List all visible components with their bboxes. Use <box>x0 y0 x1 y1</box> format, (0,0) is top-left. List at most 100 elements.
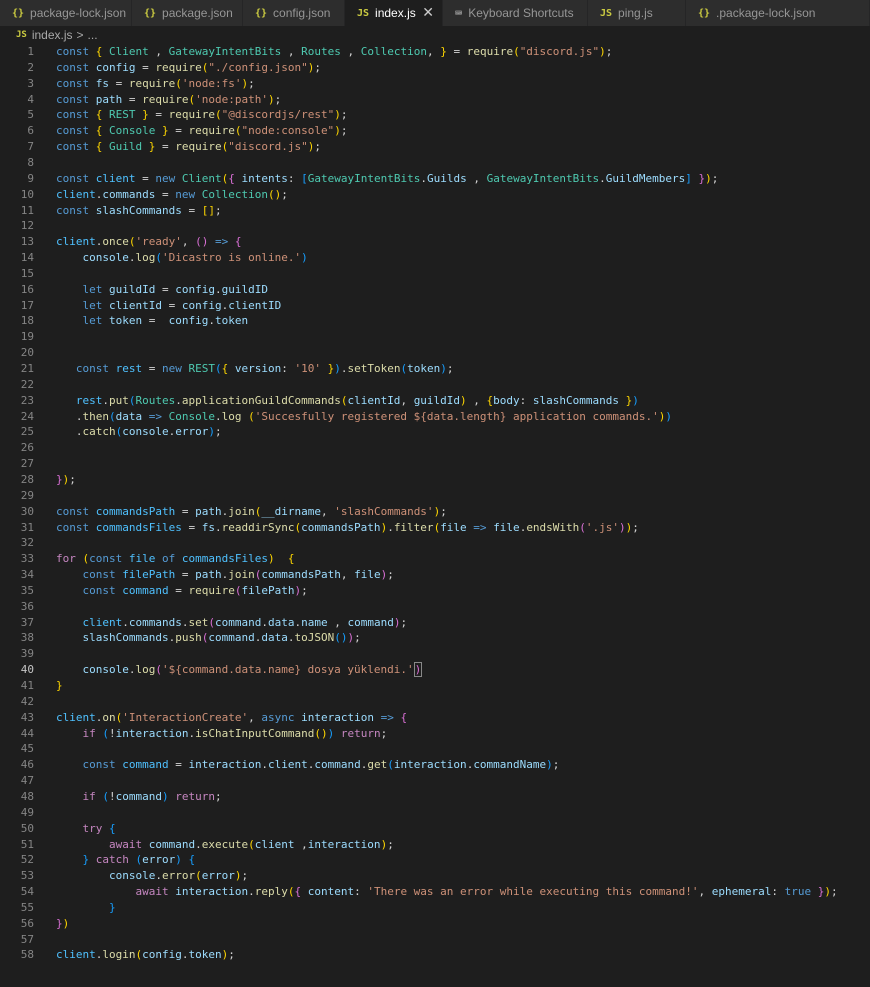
code-line[interactable]: 55 } <box>0 900 870 916</box>
code-line[interactable]: 48 if (!command) return; <box>0 789 870 805</box>
line-number: 41 <box>20 679 34 692</box>
tab-config-json[interactable]: {} config.json <box>243 0 345 26</box>
code-token: ) <box>546 758 553 772</box>
code-line[interactable]: 45 <box>0 741 870 757</box>
code-line[interactable]: 2 const config = require("./config.json")… <box>0 60 870 76</box>
code-line[interactable]: 49 <box>0 805 870 821</box>
close-icon[interactable]: ✕ <box>422 4 434 21</box>
code-line[interactable]: 38 slashCommands.push(command.data.toJSO… <box>0 630 870 646</box>
code-token: ( <box>248 409 255 423</box>
code-line[interactable]: 35 const command = require(filePath); <box>0 583 870 599</box>
code-token: 'ready' <box>135 235 182 249</box>
code-line[interactable]: 11 const slashCommands = []; <box>0 203 870 219</box>
code-token: endsWith <box>526 520 580 534</box>
code-line[interactable]: 14 console.log('Dicastro is online.') <box>0 250 870 266</box>
code-line[interactable]: 32 <box>0 535 870 551</box>
tab-package-lock-json[interactable]: {} package-lock.json <box>0 0 132 26</box>
code-line[interactable]: 23 rest.put(Routes.applicationGuildComma… <box>0 393 870 409</box>
code-line[interactable]: 1 const { Client , GatewayIntentBits , Ro… <box>0 44 870 60</box>
code-line[interactable]: 6 const { Console } = require("node:conso… <box>0 123 870 139</box>
code-line[interactable]: 17 let clientId = config.clientID <box>0 298 870 314</box>
code-line[interactable]: 34 const filePath = path.join(commandsPa… <box>0 567 870 583</box>
code-line[interactable]: 57 <box>0 932 870 948</box>
code-line[interactable]: 3 const fs = require('node:fs'); <box>0 76 870 92</box>
code-line[interactable]: 39 <box>0 646 870 662</box>
code-token: "node:console" <box>241 124 335 138</box>
code-line[interactable]: 37 client.commands.set(command.data.name… <box>0 615 870 631</box>
code-line[interactable]: 20 <box>0 345 870 361</box>
code-line[interactable]: 40 console.log('${command.data.name} dos… <box>0 662 870 678</box>
code-token: } <box>135 108 149 122</box>
code-line[interactable]: 31 const commandsFiles = fs.readdirSync(c… <box>0 520 870 536</box>
code-token: ( <box>102 789 109 803</box>
code-line[interactable]: 47 <box>0 773 870 789</box>
code-line[interactable]: 53 console.error(error); <box>0 868 870 884</box>
code-line[interactable]: 19 <box>0 329 870 345</box>
code-token: } <box>108 900 116 914</box>
code-token: require <box>168 108 215 122</box>
code-token: client <box>82 615 123 629</box>
breadcrumb-file[interactable]: index.js <box>32 28 73 42</box>
code-line[interactable]: 13 client.once('ready', () => { <box>0 234 870 250</box>
code-line[interactable]: 7 const { Guild } = require("discord.js")… <box>0 139 870 155</box>
code-token: commandName <box>473 758 547 772</box>
code-token: client <box>56 235 96 249</box>
code-line[interactable]: 16 let guildId = config.guildID <box>0 282 870 298</box>
code-token: const <box>56 76 96 90</box>
code-line[interactable]: 54 await interaction.reply({ content: 'T… <box>0 884 870 900</box>
code-line[interactable]: 44 if (!interaction.isChatInputCommand()… <box>0 726 870 742</box>
code-line[interactable]: 21 const rest = new REST({ version: '10'… <box>0 361 870 377</box>
code-line[interactable]: 46 const command = interaction.client.co… <box>0 757 870 773</box>
tab-ping-js[interactable]: JS ping.js <box>588 0 686 26</box>
code-token: slashCommands <box>82 631 169 645</box>
code-line[interactable]: 51 await command.execute(client ,interac… <box>0 837 870 853</box>
code-line[interactable]: 15 <box>0 266 870 282</box>
code-line[interactable]: 58 client.login(config.token); <box>0 947 870 963</box>
code-line[interactable]: 56}) <box>0 916 870 932</box>
code-line[interactable]: 5 const { REST } = require("@discordjs/re… <box>0 107 870 123</box>
code-line[interactable]: 12 <box>0 218 870 234</box>
code-line[interactable]: 24 .then(data => Console.log ('Succesful… <box>0 409 870 425</box>
code-token: { <box>95 124 109 138</box>
code-line[interactable]: 42 <box>0 694 870 710</box>
breadcrumb-symbols[interactable]: ... <box>88 28 98 42</box>
line-number: 50 <box>20 821 34 835</box>
code-line[interactable]: 28}); <box>0 472 870 488</box>
code-line[interactable]: 9 const client = new Client({ intents: [G… <box>0 171 870 187</box>
code-line[interactable]: 43 client.on('InteractionCreate', async i… <box>0 710 870 726</box>
code-line[interactable]: 8 <box>0 155 870 171</box>
tab-dot-package-lock-json[interactable]: {} .package-lock.json <box>686 0 870 26</box>
code-editor[interactable]: 1 const { Client , GatewayIntentBits , Ro… <box>0 44 870 987</box>
code-token: let <box>82 314 109 328</box>
code-line[interactable]: 18 let token = config.token <box>0 313 870 329</box>
line-number: 37 <box>20 615 34 629</box>
code-line[interactable]: 41} <box>0 678 870 694</box>
code-token: { <box>287 552 295 566</box>
tab-keyboard-shortcuts[interactable]: ⌨ Keyboard Shortcuts <box>443 0 588 26</box>
code-line[interactable]: 22 <box>0 377 870 393</box>
code-line[interactable]: 29 <box>0 488 870 504</box>
code-line[interactable]: 26 <box>0 440 870 456</box>
code-token: file <box>128 552 156 566</box>
code-line[interactable]: 10 client.commands = new Collection(); <box>0 187 870 203</box>
code-line[interactable]: 50 try { <box>0 821 870 837</box>
js-file-icon: JS <box>16 30 27 40</box>
code-token: ; <box>830 885 838 899</box>
code-line[interactable]: 27 <box>0 456 870 472</box>
code-line[interactable]: 52 } catch (error) { <box>0 852 870 868</box>
code-line[interactable]: 30 const commandsPath = path.join(__dirna… <box>0 504 870 520</box>
line-code: const config = require("./config.json"); <box>56 60 321 76</box>
code-line[interactable]: 33 for (const file of commandsFiles) { <box>0 551 870 567</box>
line-number: 17 <box>20 298 34 312</box>
tab-package-json[interactable]: {} package.json <box>132 0 243 26</box>
code-token: ) <box>460 393 467 407</box>
tab-index-js[interactable]: JS index.js ✕ <box>345 0 443 26</box>
code-token: intents <box>241 171 288 185</box>
code-line[interactable]: 36 <box>0 599 870 615</box>
code-line[interactable]: 4 const path = require('node:path'); <box>0 92 870 108</box>
code-line[interactable]: 25 .catch(console.error); <box>0 424 870 440</box>
line-number: 24 <box>20 409 34 423</box>
code-token: new <box>155 171 182 185</box>
